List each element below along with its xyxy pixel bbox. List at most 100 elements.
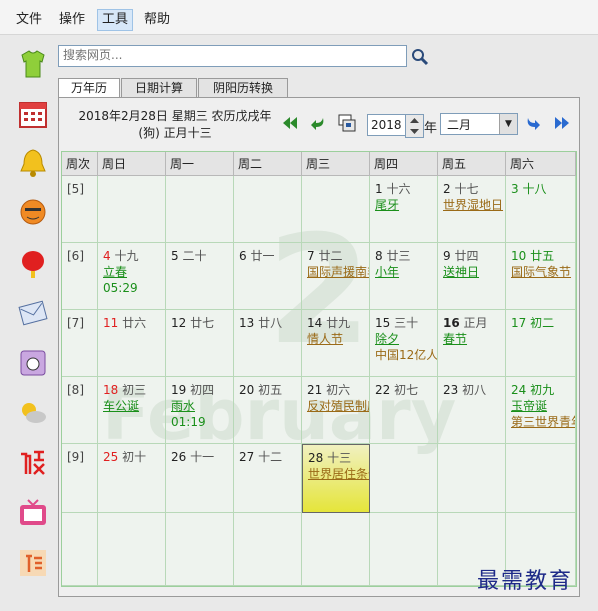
tv-icon[interactable] [13, 493, 53, 533]
day-cell[interactable]: 10 廿五 国际气象节 [506, 243, 576, 310]
day-cell[interactable]: 11 廿六 [98, 310, 166, 377]
next-year-icon[interactable] [552, 113, 572, 133]
festival-label[interactable]: 国际声援南非日 [307, 264, 369, 280]
day-number: 22 [375, 383, 391, 397]
festival-label[interactable]: 送神日 [443, 264, 505, 280]
day-cell[interactable]: 21 初六反对殖民制度日 [302, 377, 370, 444]
day-cell[interactable]: 22 初七 [370, 377, 438, 444]
day-cell[interactable]: 18 初三 车公诞 [98, 377, 166, 444]
phone-icon[interactable] [13, 343, 53, 383]
day-cell[interactable]: 5 二十 [166, 243, 234, 310]
day-cell[interactable]: 16 正月 春节 [438, 310, 506, 377]
search-input[interactable] [59, 46, 407, 64]
day-cell[interactable]: 25 初十 [98, 444, 166, 513]
tab-lunar-solar-conversion[interactable]: 阴阳历转换 [198, 78, 288, 99]
day-header: 18 初三 [103, 382, 165, 398]
day-cell[interactable] [438, 444, 506, 513]
lunar-date: 正月 [459, 316, 488, 330]
month-select[interactable]: 二月 ▼ [440, 113, 518, 135]
day-cell[interactable]: 15 三十除夕中国12亿人口日 [370, 310, 438, 377]
day-cell[interactable] [370, 513, 438, 586]
festival-label[interactable]: 立春 [103, 264, 165, 280]
menu-help[interactable]: 帮助 [140, 10, 174, 30]
day-cell[interactable]: 27 十二 [234, 444, 302, 513]
festival-label[interactable]: 世界居住条件调查日 [308, 466, 369, 482]
day-cell[interactable]: 23 初八 [438, 377, 506, 444]
date-info-line2: (狗) 正月十三 [138, 126, 212, 140]
day-cell[interactable] [166, 176, 234, 243]
menu-file[interactable]: 文件 [12, 10, 46, 30]
day-cell[interactable] [370, 444, 438, 513]
festival-label[interactable]: 尾牙 [375, 197, 437, 213]
date-info-line1: 2018年2月28日 星期三 农历戊戌年 [78, 109, 272, 123]
calendar-icon[interactable] [13, 94, 53, 134]
day-cell[interactable]: 7 廿二国际声援南非日 [302, 243, 370, 310]
menu-bar: 文件 操作 工具 帮助 [0, 0, 598, 35]
day-cell[interactable]: 8 廿三 小年 [370, 243, 438, 310]
festival-label[interactable]: 小年 [375, 264, 437, 280]
column-header: 周日 [98, 152, 166, 176]
lunar-date: 廿二 [314, 249, 343, 263]
day-cell[interactable]: 26 十一 [166, 444, 234, 513]
day-cell[interactable]: 3 十八 [506, 176, 576, 243]
day-cell[interactable]: 2 十七 世界湿地日 [438, 176, 506, 243]
festival-label[interactable]: 春节 [443, 331, 505, 347]
today-icon[interactable] [337, 113, 357, 133]
bell-icon[interactable] [13, 143, 53, 183]
day-cell[interactable]: 19 初四 雨水 01:19 [166, 377, 234, 444]
day-cell[interactable]: 6 廿一 [234, 243, 302, 310]
day-cell[interactable]: 20 初五 [234, 377, 302, 444]
day-cell[interactable]: 13 廿八 [234, 310, 302, 377]
day-number: 19 [171, 383, 187, 397]
prev-year-icon[interactable] [280, 113, 300, 133]
day-cell[interactable]: 4 十九 立春 05:29 [98, 243, 166, 310]
festival-label[interactable]: 反对殖民制度日 [307, 398, 369, 414]
menu-operate[interactable]: 操作 [55, 10, 89, 30]
search-icon[interactable] [410, 47, 430, 67]
next-month-icon[interactable] [523, 113, 543, 133]
prev-month-icon[interactable] [308, 113, 328, 133]
day-cell[interactable]: 28 十三世界居住条件调查日 [302, 444, 370, 513]
day-header: 5 二十 [171, 248, 233, 264]
day-number: 17 [511, 316, 527, 330]
day-cell[interactable] [506, 444, 576, 513]
envelope-icon[interactable] [13, 293, 53, 333]
day-cell[interactable] [166, 513, 234, 586]
year-spinner[interactable] [405, 114, 424, 138]
day-cell[interactable] [302, 176, 370, 243]
festival-label[interactable]: 除夕 [375, 331, 437, 347]
festival-label[interactable]: 国际气象节 [511, 264, 575, 280]
day-cell[interactable] [234, 513, 302, 586]
lunar-date: 十七 [450, 182, 479, 196]
stock-icon[interactable] [13, 443, 53, 483]
festival-label[interactable]: 雨水 [171, 398, 233, 414]
festival-label[interactable]: 车公诞 [103, 398, 165, 414]
day-cell[interactable] [302, 513, 370, 586]
face-icon[interactable] [13, 193, 53, 233]
year-field[interactable]: 2018 [367, 114, 410, 136]
day-cell[interactable] [234, 176, 302, 243]
day-cell[interactable] [98, 513, 166, 586]
day-cell[interactable]: 1 十六 尾牙 [370, 176, 438, 243]
day-number: 25 [103, 450, 119, 464]
festival-label[interactable]: 第三世界青年日 [511, 414, 575, 430]
day-cell[interactable]: 17 初二 [506, 310, 576, 377]
day-cell[interactable]: 24 初九玉帝诞第三世界青年日 [506, 377, 576, 444]
search-box [58, 45, 407, 67]
lantern-icon[interactable] [13, 243, 53, 283]
day-cell[interactable]: 9 廿四 送神日 [438, 243, 506, 310]
menu-tools[interactable]: 工具 [97, 9, 134, 31]
weather-icon[interactable] [13, 393, 53, 433]
tab-date-calculation[interactable]: 日期计算 [121, 78, 197, 99]
day-cell[interactable] [98, 176, 166, 243]
festival-label[interactable]: 世界湿地日 [443, 197, 505, 213]
festival-label[interactable]: 玉帝诞 [511, 398, 575, 414]
day-header: 6 廿一 [239, 248, 301, 264]
chevron-down-icon[interactable]: ▼ [499, 114, 517, 134]
shirt-icon[interactable] [13, 44, 53, 84]
column-header: 周四 [370, 152, 438, 176]
day-cell[interactable]: 14 廿九 情人节 [302, 310, 370, 377]
day-cell[interactable]: 12 廿七 [166, 310, 234, 377]
ranking-icon[interactable] [13, 543, 53, 583]
festival-label[interactable]: 情人节 [307, 331, 369, 347]
